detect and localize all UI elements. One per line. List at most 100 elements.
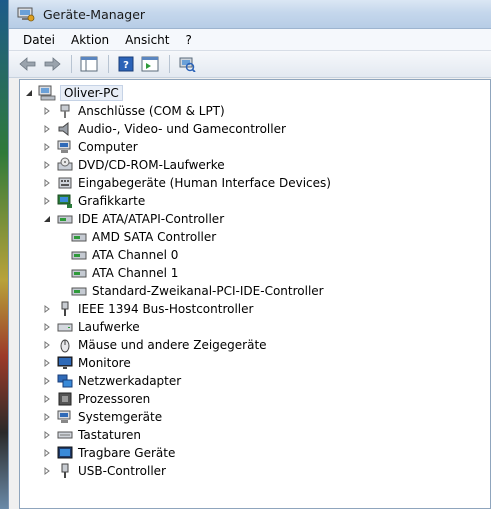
usb-icon xyxy=(56,463,74,479)
tree-item-portable[interactable]: Tragbare Geräte xyxy=(42,444,175,462)
device-label: Standard-Zweikanal-PCI-IDE-Controller xyxy=(92,284,324,298)
menu-ansicht[interactable]: Ansicht xyxy=(117,29,177,51)
expand-triangle-icon[interactable] xyxy=(42,120,52,138)
category-label: IDE ATA/ATAPI-Controller xyxy=(78,212,225,226)
tree-item-drives[interactable]: Laufwerke xyxy=(42,318,140,336)
category-label: Laufwerke xyxy=(78,320,140,334)
ide-device-icon xyxy=(70,265,88,281)
computer-icon xyxy=(56,139,74,155)
computer-icon xyxy=(38,85,56,101)
system-device-icon xyxy=(56,409,74,425)
port-icon xyxy=(56,103,74,119)
back-arrow-icon xyxy=(19,57,36,71)
tree-item-computer[interactable]: Computer xyxy=(42,138,138,156)
category-label: IEEE 1394 Bus-Hostcontroller xyxy=(78,302,254,316)
help-book-icon: ? xyxy=(118,56,134,72)
expand-triangle-icon[interactable] xyxy=(42,372,52,390)
toolbar-separator xyxy=(108,55,109,73)
expand-triangle-icon[interactable] xyxy=(42,300,52,318)
tree-item-ide[interactable]: IDE ATA/ATAPI-Controller xyxy=(42,210,224,228)
category-label: Computer xyxy=(78,140,138,154)
category-label: Systemgeräte xyxy=(78,410,163,424)
expand-triangle-icon[interactable] xyxy=(42,462,52,480)
tree-item-network[interactable]: Netzwerkadapter xyxy=(42,372,181,390)
tree-child-ata-channel-1[interactable]: ATA Channel 1 xyxy=(70,264,178,282)
device-manager-window: Geräte-Manager Datei Aktion Ansicht ? ? … xyxy=(8,0,491,509)
network-adapter-icon xyxy=(56,373,74,389)
tree-item-audio[interactable]: Audio-, Video- und Gamecontroller xyxy=(42,120,286,138)
firewire-icon xyxy=(56,301,74,317)
collapse-triangle-icon[interactable] xyxy=(24,84,34,102)
toolbar-separator xyxy=(169,55,170,73)
tree-child-standard-pci-ide[interactable]: Standard-Zweikanal-PCI-IDE-Controller xyxy=(70,282,324,300)
expand-triangle-icon[interactable] xyxy=(42,354,52,372)
svg-text:?: ? xyxy=(123,60,129,71)
category-label: Tragbare Geräte xyxy=(78,446,176,460)
category-label: Eingabegeräte (Human Interface Devices) xyxy=(78,176,331,190)
menu-aktion[interactable]: Aktion xyxy=(63,29,117,51)
category-label: Monitore xyxy=(78,356,131,370)
tree-item-dvd[interactable]: DVD/CD-ROM-Laufwerke xyxy=(42,156,225,174)
window-title: Geräte-Manager xyxy=(43,6,146,22)
title-bar: Geräte-Manager xyxy=(9,0,491,29)
console-tree-icon xyxy=(80,56,98,72)
expand-triangle-icon[interactable] xyxy=(42,174,52,192)
category-label: USB-Controller xyxy=(78,464,166,478)
forward-button[interactable] xyxy=(41,54,63,74)
root-label: Oliver-PC xyxy=(60,85,123,101)
tree-item-display[interactable]: Grafikkarte xyxy=(42,192,145,210)
tree-item-system-devices[interactable]: Systemgeräte xyxy=(42,408,162,426)
category-label: Tastaturen xyxy=(78,428,141,442)
disk-drive-icon xyxy=(56,319,74,335)
properties-button[interactable] xyxy=(139,54,161,74)
expand-triangle-icon[interactable] xyxy=(42,156,52,174)
tree-item-hid[interactable]: Eingabegeräte (Human Interface Devices) xyxy=(42,174,331,192)
category-label: Audio-, Video- und Gamecontroller xyxy=(78,122,286,136)
expand-triangle-icon[interactable] xyxy=(42,390,52,408)
tree-child-ata-channel-0[interactable]: ATA Channel 0 xyxy=(70,246,178,264)
category-label: DVD/CD-ROM-Laufwerke xyxy=(78,158,225,172)
help-button[interactable]: ? xyxy=(115,54,137,74)
device-manager-icon xyxy=(17,6,35,22)
tree-root-node[interactable]: Oliver-PC xyxy=(24,84,123,102)
expand-triangle-icon[interactable] xyxy=(42,192,52,210)
tree-item-processors[interactable]: Prozessoren xyxy=(42,390,150,408)
ide-device-icon xyxy=(70,283,88,299)
expand-triangle-icon[interactable] xyxy=(42,336,52,354)
back-button[interactable] xyxy=(17,54,39,74)
device-tree[interactable]: Oliver-PC Anschlüsse (COM & LPT) Audio-,… xyxy=(19,79,491,509)
expand-triangle-icon[interactable] xyxy=(42,102,52,120)
menu-bar: Datei Aktion Ansicht ? xyxy=(9,29,491,51)
tree-item-keyboards[interactable]: Tastaturen xyxy=(42,426,141,444)
mouse-icon xyxy=(56,337,74,353)
tree-item-monitors[interactable]: Monitore xyxy=(42,354,131,372)
expand-triangle-icon[interactable] xyxy=(42,318,52,336)
scan-hardware-button[interactable] xyxy=(176,54,198,74)
ide-controller-icon xyxy=(56,211,74,227)
collapse-triangle-icon[interactable] xyxy=(42,210,52,228)
scan-hardware-icon xyxy=(179,57,196,72)
show-hide-console-tree-button[interactable] xyxy=(78,54,100,74)
expand-triangle-icon[interactable] xyxy=(42,408,52,426)
keyboard-icon xyxy=(56,427,74,443)
expand-triangle-icon[interactable] xyxy=(42,138,52,156)
menu-datei[interactable]: Datei xyxy=(15,29,63,51)
tree-child-amd-sata[interactable]: AMD SATA Controller xyxy=(70,228,216,246)
processor-icon xyxy=(56,391,74,407)
forward-arrow-icon xyxy=(44,57,61,71)
menu-help[interactable]: ? xyxy=(177,29,199,51)
dvd-drive-icon xyxy=(56,157,74,173)
hid-icon xyxy=(56,175,74,191)
toolbar: ? xyxy=(9,51,491,78)
category-label: Anschlüsse (COM & LPT) xyxy=(78,104,225,118)
tree-item-ports[interactable]: Anschlüsse (COM & LPT) xyxy=(42,102,225,120)
category-label: Mäuse und andere Zeigegeräte xyxy=(78,338,267,352)
expand-triangle-icon[interactable] xyxy=(42,444,52,462)
portable-device-icon xyxy=(56,445,74,461)
monitor-icon xyxy=(56,355,74,371)
tree-item-usb[interactable]: USB-Controller xyxy=(42,462,166,480)
tree-item-mice[interactable]: Mäuse und andere Zeigegeräte xyxy=(42,336,267,354)
expand-triangle-icon[interactable] xyxy=(42,426,52,444)
tree-item-ieee1394[interactable]: IEEE 1394 Bus-Hostcontroller xyxy=(42,300,253,318)
device-label: ATA Channel 0 xyxy=(92,248,179,262)
